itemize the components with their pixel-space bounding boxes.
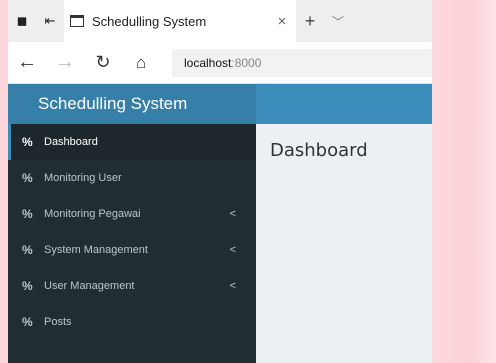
link-icon: % — [22, 207, 33, 221]
back-arrow-icon[interactable]: ← — [8, 42, 46, 84]
sidebar-item-label: Monitoring User — [44, 172, 122, 184]
link-icon: % — [22, 279, 33, 293]
link-icon: % — [22, 135, 33, 149]
link-icon: % — [22, 171, 33, 185]
sidebar-item-label: Monitoring Pegawai — [44, 208, 141, 220]
top-navbar — [256, 84, 432, 124]
sidebar-item-label: Dashboard — [44, 136, 98, 148]
sidebar-item-label: User Management — [44, 280, 135, 292]
tab-bar: ◼ ⇤ Schedulling System × + ﹀ — [8, 0, 432, 42]
address-host: localhost — [184, 55, 232, 70]
navigation-bar: ← → ↻ ⌂ localhost:8000 — [8, 42, 432, 84]
content-area: Dashboard — [256, 124, 432, 363]
link-icon: % — [22, 315, 33, 329]
sidebar-item-posts[interactable]: % Posts — [8, 304, 256, 340]
chevron-left-icon: < — [229, 208, 236, 220]
sidebar-item-user-management[interactable]: % User Management < — [8, 268, 256, 304]
tab-list-chevron-icon[interactable]: ﹀ — [324, 13, 352, 30]
address-port: :8000 — [231, 55, 262, 70]
web-app: Schedulling System % Dashboard % Monitor… — [8, 84, 432, 363]
page-title: Dashboard — [270, 140, 368, 161]
desktop-backdrop-right — [432, 0, 496, 363]
sidebar-item-monitoring-user[interactable]: % Monitoring User — [8, 160, 256, 196]
forward-arrow-icon[interactable]: → — [46, 42, 84, 84]
tab-schedulling-system[interactable]: Schedulling System × — [64, 0, 296, 42]
chevron-left-icon: < — [229, 280, 236, 292]
link-icon: % — [22, 243, 33, 257]
page-icon — [70, 15, 84, 27]
chevron-left-icon: < — [229, 244, 236, 256]
sidebar-item-label: System Management — [44, 244, 148, 256]
home-icon[interactable]: ⌂ — [122, 42, 160, 84]
tab-close-button[interactable]: × — [268, 13, 296, 30]
sidebar-item-monitoring-pegawai[interactable]: % Monitoring Pegawai < — [8, 196, 256, 232]
address-bar[interactable]: localhost:8000 — [172, 48, 432, 77]
tab-actions-icon[interactable]: ◼ — [8, 0, 36, 42]
browser-window: ◼ ⇤ Schedulling System × + ﹀ ← → ↻ ⌂ loc… — [8, 0, 432, 363]
tab-title: Schedulling System — [92, 13, 207, 29]
sidebar-item-label: Posts — [44, 316, 72, 328]
set-aside-tabs-icon[interactable]: ⇤ — [36, 0, 64, 42]
sidebar-item-dashboard[interactable]: % Dashboard — [8, 124, 256, 160]
brand-logo[interactable]: Schedulling System — [8, 84, 256, 124]
app-header: Schedulling System — [8, 84, 432, 124]
new-tab-button[interactable]: + — [296, 11, 324, 32]
sidebar-item-system-management[interactable]: % System Management < — [8, 232, 256, 268]
refresh-icon[interactable]: ↻ — [84, 42, 122, 84]
desktop-backdrop-left — [0, 0, 8, 363]
sidebar-menu: % Dashboard % Monitoring User % Monitori… — [8, 124, 256, 363]
